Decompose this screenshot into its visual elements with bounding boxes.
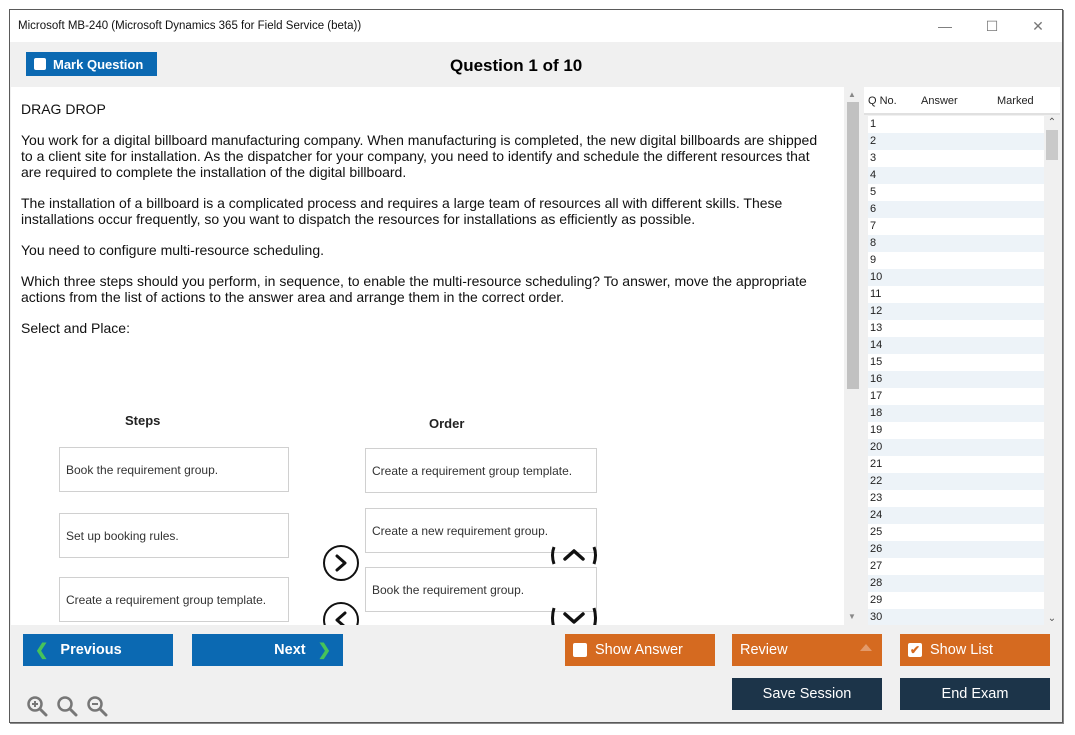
move-left-button[interactable] [323,602,359,625]
question-list-row[interactable]: 18 [868,405,1044,422]
question-list-rows: 1 2 3 4 5 6 7 8 9 10 11 12 13 14 15 16 17 18 19 20 21 22 23 24 2… [868,116,1044,625]
next-button[interactable]: Next ❯ [192,634,343,666]
question-list-row[interactable]: 13 [868,320,1044,337]
show-answer-label: Show Answer [595,642,683,658]
drag-drop-area: Steps Order Book the requirement group. … [11,87,844,625]
move-down-button[interactable] [551,607,597,625]
footer-toolbar: ❮ Previous Next ❯ Show Answer Review ✔ S… [10,625,1062,722]
maximize-button[interactable]: ☐ [972,14,1012,38]
save-session-button[interactable]: Save Session [732,678,882,710]
column-header-marked[interactable]: Marked [997,95,1034,107]
app-window: Microsoft MB-240 (Microsoft Dynamics 365… [9,9,1063,723]
question-list-row[interactable]: 2 [868,133,1044,150]
question-list-row[interactable]: 1 [868,116,1044,133]
question-list-row[interactable]: 9 [868,252,1044,269]
question-list-row[interactable]: 22 [868,473,1044,490]
question-list-row[interactable]: 24 [868,507,1044,524]
chevron-down-icon[interactable]: ⌄ [1044,613,1060,624]
chevron-up-icon [551,546,597,565]
show-list-label: Show List [930,642,993,658]
caret-up-icon [860,644,872,651]
question-list-row[interactable]: 25 [868,524,1044,541]
question-list-row[interactable]: 26 [868,541,1044,558]
minimize-button[interactable]: — [925,14,965,38]
question-content: DRAG DROP You work for a digital billboa… [11,87,844,625]
order-item[interactable]: Book the requirement group. [365,567,597,612]
end-exam-button[interactable]: End Exam [900,678,1050,710]
content-scroll-thumb[interactable] [847,102,859,389]
chevron-left-icon [335,611,347,625]
zoom-reset-icon[interactable] [56,695,78,717]
zoom-in-icon[interactable] [26,695,48,717]
scroll-up-arrow-icon[interactable]: ▲ [844,88,860,102]
question-list-row[interactable]: 12 [868,303,1044,320]
question-list-row[interactable]: 5 [868,184,1044,201]
order-heading: Order [429,416,465,431]
next-label: Next [274,642,306,658]
column-header-qno[interactable]: Q No. [868,95,897,107]
show-answer-checkbox[interactable] [573,643,587,657]
previous-button[interactable]: ❮ Previous [23,634,173,666]
show-answer-toggle[interactable]: Show Answer [565,634,715,666]
question-list-row[interactable]: 7 [868,218,1044,235]
steps-heading: Steps [125,413,161,428]
question-list-row[interactable]: 11 [868,286,1044,303]
zoom-controls [26,695,108,717]
zoom-out-icon[interactable] [86,695,108,717]
checkbox-icon [34,58,46,70]
question-list-scrollbar[interactable]: ⌃ ⌄ [1044,116,1060,625]
window-title: Microsoft MB-240 (Microsoft Dynamics 365… [18,20,362,32]
content-scrollbar[interactable]: ▲ ▼ [844,87,860,625]
question-list-row[interactable]: 21 [868,456,1044,473]
review-label: Review [740,642,788,658]
chevron-left-icon: ❮ [35,642,49,659]
chevron-down-icon [551,607,597,625]
mark-question-button[interactable]: Mark Question [26,52,157,76]
question-list-row[interactable]: 17 [868,388,1044,405]
question-list-row[interactable]: 30 [868,609,1044,625]
show-list-toggle[interactable]: ✔ Show List [900,634,1050,666]
question-list-row[interactable]: 29 [868,592,1044,609]
move-right-button[interactable] [323,545,359,581]
question-list-row[interactable]: 23 [868,490,1044,507]
chevron-right-icon [335,554,347,572]
chevron-right-icon: ❯ [317,642,331,659]
chevron-up-icon[interactable]: ⌃ [1044,117,1060,128]
question-list-row[interactable]: 16 [868,371,1044,388]
question-list-row[interactable]: 15 [868,354,1044,371]
question-list-row[interactable]: 28 [868,575,1044,592]
question-list-row[interactable]: 3 [868,150,1044,167]
question-header: Mark Question Question 1 of 10 [10,42,1062,87]
question-list-scroll-thumb[interactable] [1046,130,1058,160]
step-item[interactable]: Set up booking rules. [59,513,289,558]
question-list-row[interactable]: 20 [868,439,1044,456]
review-dropdown[interactable]: Review [732,634,882,666]
question-list-row[interactable]: 10 [868,269,1044,286]
question-list-header: Q No. Answer Marked [864,87,1060,115]
question-list-row[interactable]: 27 [868,558,1044,575]
order-item[interactable]: Create a requirement group template. [365,448,597,493]
mark-question-label: Mark Question [53,56,144,72]
question-list-row[interactable]: 14 [868,337,1044,354]
question-counter: Question 1 of 10 [450,56,583,75]
scroll-down-arrow-icon[interactable]: ▼ [844,610,860,624]
show-list-checkbox[interactable]: ✔ [908,643,922,657]
previous-label: Previous [60,642,122,658]
question-list-row[interactable]: 4 [868,167,1044,184]
title-bar: Microsoft MB-240 (Microsoft Dynamics 365… [10,10,1062,42]
question-list-row[interactable]: 8 [868,235,1044,252]
move-up-button[interactable] [551,545,597,571]
step-item[interactable]: Create a requirement group template. [59,577,289,622]
question-list-row[interactable]: 6 [868,201,1044,218]
step-item[interactable]: Book the requirement group. [59,447,289,492]
question-list-panel: Q No. Answer Marked 1 2 3 4 5 6 7 8 9 10 11 12 13 14 1… [860,87,1060,625]
close-button[interactable]: ✕ [1018,14,1058,38]
question-list-row[interactable]: 19 [868,422,1044,439]
column-header-answer[interactable]: Answer [921,95,958,107]
